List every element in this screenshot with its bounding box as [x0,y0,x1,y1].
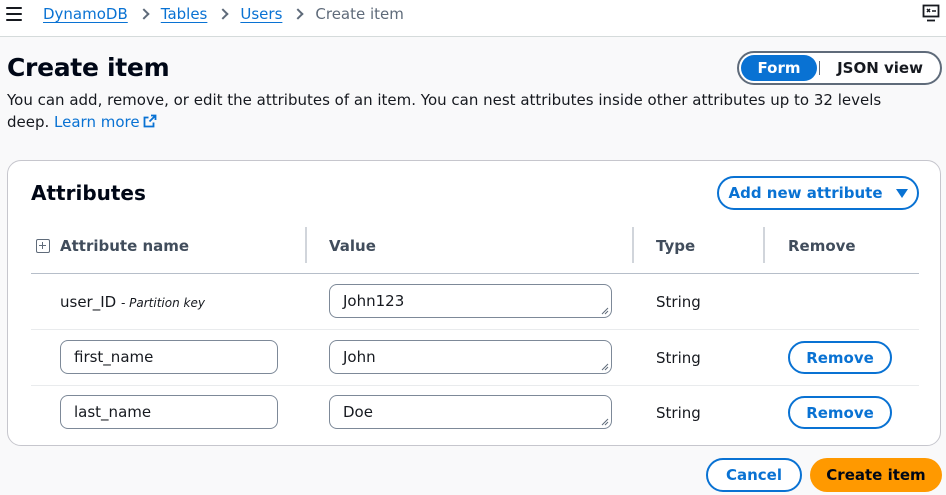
column-header-attribute-name: Attribute name [60,237,190,255]
add-new-attribute-label: Add new attribute [728,184,883,202]
learn-more-link[interactable]: Learn more [54,113,157,131]
column-header-value: Value [329,237,376,255]
column-header-type: Type [656,237,696,255]
column-separator[interactable] [305,227,307,263]
breadcrumb-tables[interactable]: Tables [161,5,208,23]
partition-key-label: user_ID - Partition key [60,293,205,311]
attributes-panel: Attributes Add new attribute Attribute n… [7,160,941,446]
caret-down-icon [895,188,908,198]
add-new-attribute-button[interactable]: Add new attribute [717,176,919,210]
top-navigation: DynamoDB Tables Users Create item [0,0,946,37]
header-divider [31,273,919,274]
cancel-button[interactable]: Cancel [706,458,802,492]
chevron-right-icon [217,8,230,20]
row-divider [31,329,919,330]
attributes-title: Attributes [31,181,146,205]
form-view-toggle[interactable]: Form [741,55,817,81]
expand-all-icon[interactable] [36,239,50,253]
attribute-name-value: last_name [74,403,152,421]
attribute-type-first-name: String [656,349,701,367]
attribute-value-input-last-name[interactable]: Doe [329,395,612,429]
partition-key-note: - Partition key [120,296,205,310]
external-link-icon [143,114,156,128]
resize-grip-icon[interactable] [601,418,609,426]
hamburger-menu-icon[interactable] [6,7,22,21]
row-divider [31,385,919,386]
resize-grip-icon[interactable] [601,363,609,371]
attribute-name-input-last-name[interactable]: last_name [60,395,278,429]
attribute-name-value: first_name [74,348,154,366]
attribute-type-last-name: String [656,404,701,422]
partition-key-type: String [656,293,701,311]
partition-key-value: John123 [343,292,405,310]
resize-grip-icon[interactable] [601,307,609,315]
attribute-value: John [343,348,376,366]
breadcrumb: DynamoDB Tables Users Create item [43,4,404,24]
create-item-button[interactable]: Create item [810,458,942,492]
remove-last-name-button[interactable]: Remove [788,396,892,429]
page-description: You can add, remove, or edit the attribu… [7,89,907,133]
breadcrumb-current: Create item [315,5,404,23]
column-separator[interactable] [763,227,765,263]
learn-more-label: Learn more [54,113,140,131]
chevron-right-icon [292,8,305,20]
attribute-value-input-first-name[interactable]: John [329,340,612,374]
column-separator[interactable] [632,227,634,263]
tools-panel-icon[interactable] [922,4,940,22]
chevron-right-icon [138,8,150,20]
partition-key-value-input[interactable]: John123 [329,284,612,318]
toggle-divider [819,61,820,75]
remove-first-name-button[interactable]: Remove [788,341,892,374]
page-title: Create item [7,53,170,82]
json-view-toggle[interactable]: JSON view [822,55,938,81]
partition-key-name: user_ID [60,293,117,311]
view-toggle: Form JSON view [737,51,942,85]
breadcrumb-dynamodb[interactable]: DynamoDB [43,5,128,23]
breadcrumb-users[interactable]: Users [240,5,282,23]
attribute-name-input-first-name[interactable]: first_name [60,340,278,374]
attribute-value: Doe [343,403,373,421]
column-header-remove: Remove [788,237,856,255]
